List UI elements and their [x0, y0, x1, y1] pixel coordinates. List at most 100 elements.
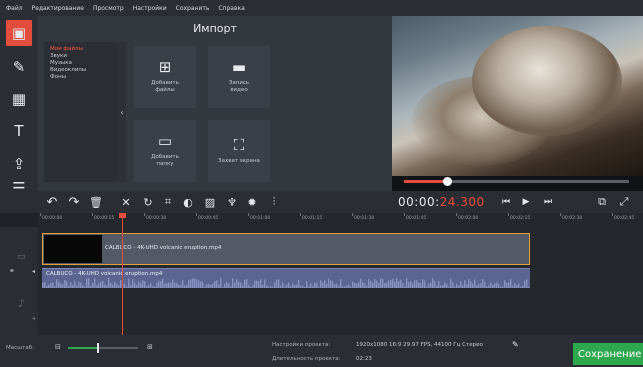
waveform-bar [422, 279, 424, 288]
category-item[interactable]: Мои файлы [50, 46, 83, 52]
waveform-bar [374, 278, 376, 288]
delete-icon[interactable]: 🗑 [88, 194, 104, 210]
playhead[interactable] [122, 213, 123, 335]
waveform-bar [300, 285, 302, 288]
waveform-bar [106, 285, 108, 288]
waveform-bar [372, 282, 374, 288]
ruler-tick [508, 213, 509, 216]
transitions-icon[interactable]: ▦ [6, 86, 32, 112]
audio-clip[interactable]: CALBUCO - 4K-UHD volcanic eruption.mp4 [42, 268, 530, 288]
waveform-bar [294, 284, 296, 288]
waveform-bar [200, 281, 202, 288]
color-adjust-icon[interactable]: ◐ [180, 194, 196, 210]
waveform-bar [256, 280, 258, 288]
waveform-bar [94, 278, 96, 288]
waveform-bar [44, 281, 46, 288]
waveform-bar [458, 285, 460, 288]
link-icon[interactable]: ⚭ [9, 267, 15, 275]
timeline-ruler[interactable]: 00:00:00 00:00:15 00:00:30 00:00:45 00:01:00… [38, 213, 643, 228]
settings-icon[interactable]: ✹ [244, 194, 260, 210]
next-frame-icon[interactable]: ⏭ [540, 194, 556, 210]
category-item[interactable]: Музыка [50, 60, 72, 66]
waveform-bar [408, 282, 410, 288]
menu-item[interactable]: Редактирование [32, 5, 84, 12]
waveform-bar [520, 286, 522, 288]
waveform-bar [136, 284, 138, 288]
waveform-bar [310, 283, 312, 288]
waveform-bar [228, 283, 230, 288]
video-clip[interactable]: CALBUCO - 4K-UHD volcanic eruption.mp4 [42, 233, 530, 265]
waveform-bar [72, 284, 74, 288]
tile-label: Запись видео [228, 80, 250, 93]
duration-label: Длительность проекта: [272, 356, 341, 362]
record-video-tile[interactable]: ▬ Запись видео [208, 46, 270, 108]
waveform-bar [128, 278, 130, 288]
waveform-bar [236, 279, 238, 288]
rotate-icon[interactable]: ↻ [140, 194, 156, 210]
crop-icon[interactable]: ⌗ [160, 194, 176, 210]
ruler-tick [404, 213, 405, 216]
waveform-bar [398, 281, 400, 288]
waveform-bar [64, 279, 66, 288]
preview-progress-handle[interactable] [443, 177, 452, 186]
previous-frame-icon[interactable]: ⏮ [498, 194, 514, 210]
zoom-out-icon[interactable]: ⊟ [55, 343, 61, 351]
menu-item[interactable]: Настройки [133, 5, 167, 12]
menu-item[interactable]: Просмотр [93, 5, 124, 12]
waveform-bar [362, 282, 364, 288]
waveform-bar [230, 286, 232, 288]
undo-icon[interactable]: ↶ [44, 194, 60, 210]
menu-item[interactable]: Справка [218, 5, 244, 12]
save-button[interactable]: Сохранение [573, 343, 643, 365]
video-preview [392, 16, 643, 191]
waveform-bar [388, 280, 390, 288]
project-settings-value: 1920x1080 16:9 29.97 FPS, 44100 Гц Стере… [356, 342, 483, 348]
category-item[interactable]: Фоны [50, 74, 66, 80]
waveform-bar [204, 286, 206, 288]
ruler-label: 00:01:30 [354, 216, 375, 221]
waveform-bar [284, 286, 286, 288]
collapse-panel-button[interactable]: ‹ [118, 42, 126, 182]
waveform-bar [464, 280, 466, 288]
waveform-bar [396, 278, 398, 288]
zoom-in-icon[interactable]: ⊞ [147, 343, 153, 351]
waveform-bar [340, 279, 342, 288]
waveform-bar [354, 283, 356, 288]
screen-capture-tile[interactable]: ⛶ Захват экрана [208, 120, 270, 182]
text-icon[interactable]: T [6, 118, 32, 144]
fullscreen-icon[interactable]: ⤢ [616, 194, 632, 210]
play-icon[interactable]: ▶ [518, 194, 534, 210]
export-frame-icon[interactable]: ⧉ [594, 194, 610, 210]
insert-image-icon[interactable]: ▨ [202, 194, 218, 210]
waveform-bar [108, 278, 110, 288]
waveform-bar [198, 280, 200, 288]
category-item[interactable]: Звуки [50, 53, 67, 59]
add-files-tile[interactable]: ⊞ Добавить файлы [134, 46, 196, 108]
waveform-bar [58, 281, 60, 288]
mute-icon[interactable]: ◂ [32, 268, 35, 275]
menu-item[interactable]: Файл [6, 5, 23, 12]
waveform-bar [92, 283, 94, 288]
waveform-bar [440, 285, 442, 288]
edit-settings-icon[interactable]: ✎ [512, 340, 519, 349]
add-folder-tile[interactable]: ▭ Добавить папку [134, 120, 196, 182]
cut-icon[interactable]: ✕ [118, 194, 134, 210]
stickers-icon[interactable]: ⇪ [6, 151, 32, 177]
category-item[interactable]: Видеоклипы [50, 67, 86, 73]
zoom-slider-handle[interactable] [97, 343, 99, 353]
clip-thumbnail [44, 235, 102, 263]
redo-icon[interactable]: ↷ [66, 194, 82, 210]
waveform-bar [216, 280, 218, 288]
menu-item[interactable]: Сохранить [176, 5, 210, 12]
equalizer-icon[interactable]: ⫶ [266, 194, 282, 210]
microphone-icon[interactable]: ♆ [224, 194, 240, 210]
music-mute-icon[interactable]: ◂ [32, 315, 35, 322]
waveform-bar [278, 279, 280, 288]
add-files-icon: ⊞ [158, 58, 172, 77]
waveform-bar [180, 284, 182, 288]
magic-wand-icon[interactable]: ✎ [6, 54, 32, 80]
waveform-bar [334, 284, 336, 288]
ruler-label: 00:00:45 [198, 216, 219, 221]
film-import-icon[interactable]: ▣ [6, 20, 32, 46]
waveform-bar [54, 286, 56, 288]
